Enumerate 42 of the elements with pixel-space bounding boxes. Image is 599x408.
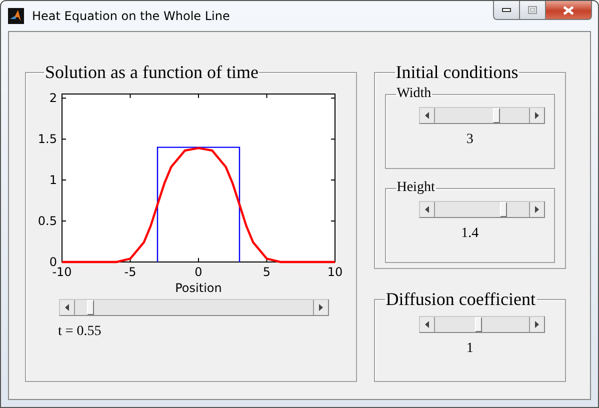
left-arrow-icon: [65, 304, 69, 311]
left-arrow-icon: [425, 112, 430, 119]
scroll-slider[interactable]: [59, 299, 329, 316]
slider-thumb[interactable]: [86, 300, 94, 315]
scroll-slider[interactable]: [419, 107, 546, 124]
x-tick-label: -5: [124, 265, 136, 279]
window-title: Heat Equation on the Whole Line: [32, 9, 230, 23]
y-tick-label: 1.5: [38, 132, 57, 146]
slider-thumb[interactable]: [475, 317, 482, 332]
time-label: t = 0.55: [58, 324, 102, 340]
right-arrow-icon: [319, 304, 323, 311]
y-tick-label: 2: [49, 91, 57, 106]
right-arrow-icon: [535, 321, 540, 328]
maximize-button[interactable]: [520, 1, 546, 20]
x-tick-label: 5: [262, 265, 271, 279]
scroll-slider[interactable]: [419, 201, 546, 218]
close-icon: [563, 6, 574, 14]
group-title: Width: [396, 87, 432, 101]
group-title: Solution as a function of time: [44, 63, 260, 81]
slider-thumb[interactable]: [500, 202, 507, 217]
y-tick-label: 0.5: [38, 214, 57, 228]
left-arrow-icon: [425, 206, 430, 213]
minimize-button[interactable]: [493, 1, 520, 20]
group-title: Height: [396, 181, 436, 195]
app-icon: [8, 8, 24, 24]
slider-value: 3: [466, 132, 474, 148]
scroll-slider[interactable]: [419, 316, 546, 333]
slider-value: 1: [466, 341, 474, 357]
group-title: Diffusion coefficient: [384, 290, 537, 308]
close-button[interactable]: [546, 1, 592, 20]
right-arrow-icon: [535, 112, 540, 119]
slider-value: 1.4: [461, 226, 479, 242]
x-tick-label: 0: [194, 265, 202, 279]
x-axis-label: Position: [175, 281, 222, 295]
group-title: Initial conditions: [394, 63, 520, 81]
slider-thumb[interactable]: [492, 108, 500, 123]
left-arrow-icon: [425, 321, 430, 328]
minimize-icon: [502, 8, 511, 12]
y-tick-label: 1: [49, 173, 57, 188]
maximize-icon: [528, 6, 537, 14]
right-arrow-icon: [535, 206, 540, 213]
x-tick-label: 10: [327, 265, 343, 279]
